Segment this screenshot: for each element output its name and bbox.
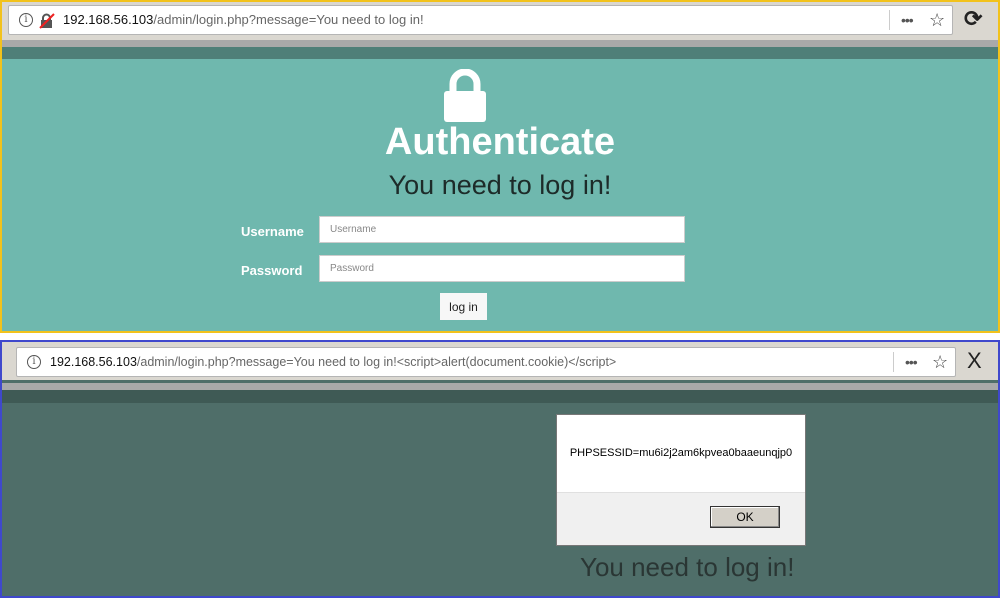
password-input[interactable]	[319, 255, 685, 282]
ok-button[interactable]: OK	[710, 506, 780, 528]
close-icon[interactable]: X	[967, 348, 982, 374]
password-label: Password	[241, 263, 303, 278]
url-path: /admin/login.php?message=You need to log…	[153, 12, 424, 27]
info-icon[interactable]: i	[19, 13, 33, 27]
divider	[889, 10, 890, 30]
browser-toolbar: i 192.168.56.103/admin/login.php?message…	[2, 342, 998, 380]
divider	[893, 352, 894, 372]
url-host: 192.168.56.103	[63, 12, 154, 27]
top-screenshot: i 192.168.56.103/admin/login.php?message…	[0, 0, 1000, 333]
address-bar[interactable]: i 192.168.56.103/admin/login.php?message…	[8, 5, 953, 35]
login-message: You need to log in!	[580, 552, 795, 582]
info-icon[interactable]: i	[27, 355, 41, 369]
bookmark-star-icon[interactable]: ☆	[932, 348, 948, 376]
header-bar	[2, 47, 998, 59]
username-input[interactable]	[319, 216, 685, 243]
bottom-screenshot: i 192.168.56.103/admin/login.php?message…	[0, 340, 1000, 598]
username-label: Username	[241, 224, 304, 239]
reload-icon[interactable]: ⟳	[964, 6, 982, 32]
more-actions-icon[interactable]: •••	[905, 348, 918, 376]
alert-dialog: PHPSESSID=mu6i2j2am6kpvea0baaeunqjp0 OK	[556, 414, 806, 546]
browser-toolbar: i 192.168.56.103/admin/login.php?message…	[2, 2, 998, 40]
header-bar	[2, 390, 998, 403]
login-message: You need to log in!	[388, 170, 612, 200]
alert-text: PHPSESSID=mu6i2j2am6kpvea0baaeunqjp0	[557, 415, 805, 493]
url-path: /admin/login.php?message=You need to log…	[136, 355, 617, 369]
more-actions-icon[interactable]: •••	[901, 6, 914, 34]
header-band	[2, 383, 998, 390]
login-button[interactable]: log in	[440, 293, 487, 320]
lock-icon	[444, 69, 486, 122]
url-host: 192.168.56.103	[50, 355, 137, 369]
address-bar[interactable]: i 192.168.56.103/admin/login.php?message…	[16, 347, 956, 377]
insecure-lock-icon	[39, 13, 55, 29]
page-title: Authenticate	[384, 121, 616, 163]
bookmark-star-icon[interactable]: ☆	[929, 6, 945, 34]
header-band	[2, 40, 998, 47]
